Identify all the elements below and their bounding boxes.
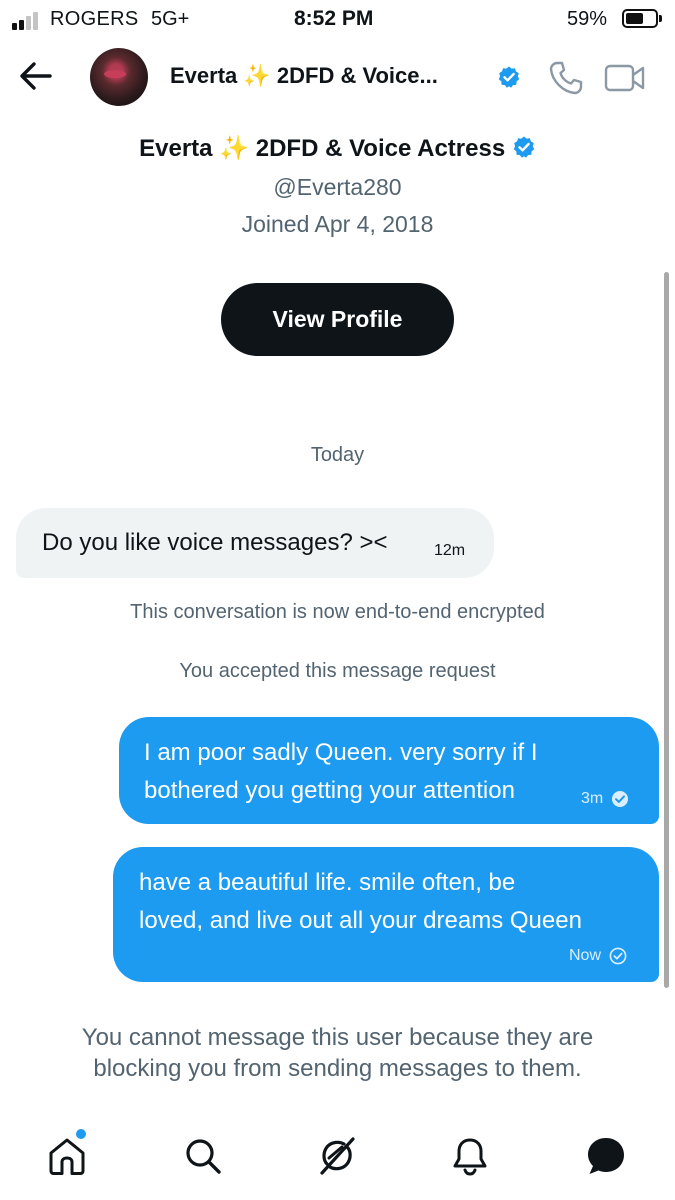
grok-icon: [320, 1137, 355, 1175]
message-timestamp: 3m: [581, 790, 604, 807]
home-notification-dot: [76, 1129, 86, 1139]
home-icon: [49, 1138, 85, 1175]
sent-check-icon: [612, 791, 629, 807]
phone-icon: [549, 61, 583, 95]
notifications-bell-icon: [453, 1138, 487, 1176]
scrollbar[interactable]: [664, 272, 669, 988]
request-accepted-notice: You accepted this message request: [179, 660, 496, 682]
profile-display-name: Everta ✨ 2DFD & Voice Actress: [139, 135, 506, 162]
message-timestamp: Now: [569, 947, 602, 964]
signal-strength-icon: [12, 12, 38, 30]
tab-grok[interactable]: [314, 1133, 360, 1179]
blocked-notice-line: blocking you from sending messages to th…: [93, 1055, 582, 1082]
battery-percentage: 59%: [567, 8, 608, 30]
sent-check-outline-icon: [609, 947, 627, 965]
message-text-line: loved, and live out all your dreams Quee…: [139, 907, 582, 934]
verified-badge-icon: [513, 136, 535, 158]
message-meta: 3m: [581, 790, 629, 808]
incoming-message-bubble[interactable]: Do you like voice messages? >< 12m: [16, 508, 494, 578]
tab-notifications[interactable]: [447, 1133, 493, 1179]
outgoing-message-bubble[interactable]: have a beautiful life. smile often, be l…: [113, 847, 659, 982]
profile-display-name-row: Everta ✨ 2DFD & Voice Actress: [0, 134, 675, 163]
tab-messages[interactable]: [583, 1133, 629, 1179]
header-display-name[interactable]: Everta ✨ 2DFD & Voice...: [170, 63, 438, 89]
blocked-notice: You cannot message this user because the…: [0, 1022, 675, 1084]
tab-search[interactable]: [180, 1133, 226, 1179]
carrier-name: ROGERS: [50, 8, 139, 30]
verified-badge-icon: [498, 66, 520, 88]
message-timestamp: 12m: [434, 542, 466, 559]
avatar[interactable]: [90, 48, 148, 106]
search-icon: [186, 1139, 221, 1174]
message-text-line: I am poor sadly Queen. very sorry if I: [144, 739, 538, 766]
encryption-notice: This conversation is now end-to-end encr…: [130, 601, 545, 623]
back-arrow-icon: [20, 62, 52, 90]
messages-icon: [588, 1138, 624, 1174]
video-camera-icon: [604, 64, 645, 92]
video-call-button[interactable]: [604, 62, 646, 94]
date-separator: Today: [310, 444, 365, 466]
message-meta: Now: [569, 947, 627, 965]
battery-icon: [622, 9, 662, 28]
blocked-notice-line: You cannot message this user because the…: [81, 1024, 594, 1051]
network-type: 5G+: [151, 8, 190, 30]
back-button[interactable]: [16, 58, 56, 94]
outgoing-message-bubble[interactable]: I am poor sadly Queen. very sorry if I b…: [119, 717, 659, 824]
profile-handle: @Everta280: [273, 174, 402, 200]
bottom-tab-bar: [0, 1120, 675, 1200]
profile-joined-date: Joined Apr 4, 2018: [241, 211, 434, 237]
message-text: Do you like voice messages? ><: [42, 529, 388, 556]
view-profile-button[interactable]: View Profile: [221, 283, 454, 356]
message-text-line: bothered you getting your attention: [144, 777, 515, 804]
tab-home[interactable]: [44, 1133, 90, 1179]
battery-fill: [626, 13, 643, 24]
conversation-header: Everta ✨ 2DFD & Voice...: [0, 44, 675, 110]
message-text-line: have a beautiful life. smile often, be: [139, 869, 516, 896]
dm-conversation-screen: ROGERS 5G+ 8:52 PM 59% Everta ✨ 2DFD & V…: [0, 0, 675, 1200]
voice-call-button[interactable]: [548, 60, 584, 96]
status-bar: ROGERS 5G+ 8:52 PM 59%: [0, 0, 675, 40]
status-time: 8:52 PM: [294, 7, 374, 30]
